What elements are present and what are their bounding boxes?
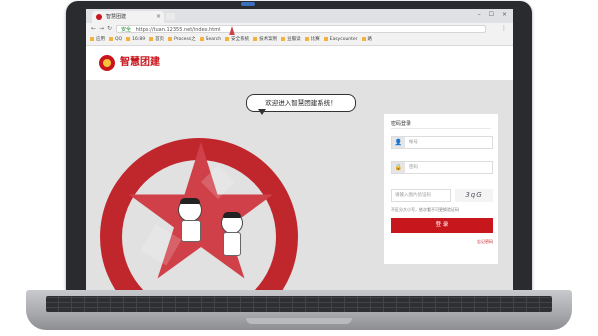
bookmark-label: QQ (115, 37, 123, 42)
captcha-input[interactable]: 请输入图片验证码 (391, 189, 451, 202)
back-arrow-icon[interactable]: ← (91, 25, 96, 33)
bookmark-item[interactable]: 安全系统 (225, 35, 249, 45)
forgot-password-link[interactable]: 忘记密码 (477, 239, 493, 245)
page-body: 欢迎进入智慧团建系统！ 密码登录 👤 帐号 🔒 密码 请输入图片验证码 3qG 不区… (86, 80, 513, 290)
username-placeholder: 帐号 (409, 140, 418, 145)
site-header: 智慧团建 (86, 46, 513, 80)
bookmark-folder-icon (253, 36, 258, 41)
site-name: 智慧团建 (120, 57, 160, 68)
bookmark-label: 安全系统 (231, 37, 250, 42)
bookmarks-bar: 应用 QQ 16:89 首页 Process之 Search 安全系统 技术案例 豆瓣读 比赛 Ea… (86, 35, 513, 46)
cartoon-boy-body (181, 220, 201, 242)
bookmark-folder-icon (304, 36, 309, 41)
password-field[interactable]: 🔒 密码 (391, 161, 493, 174)
reload-icon[interactable]: ↻ (107, 25, 112, 33)
bookmark-item[interactable]: QQ (109, 35, 122, 45)
browser-toolbar: ← → ↻ 安全 https://tuan.12355.net/index.ht… (86, 23, 513, 163)
bookmark-folder-icon (149, 36, 154, 41)
url-text: https://tuan.12355.net/index.html (135, 27, 221, 33)
bookmark-folder-icon (199, 36, 204, 41)
tab-title: 智慧团建 (106, 14, 127, 20)
user-icon: 👤 (392, 137, 405, 148)
login-title: 密码登录 (391, 121, 412, 127)
site-favicon-icon (96, 14, 102, 20)
bookmark-label: 16:89 (132, 37, 146, 42)
bookmark-folder-icon (90, 36, 94, 41)
bookmark-label: 比赛 (310, 37, 320, 42)
bookmark-item[interactable]: 路 (361, 35, 373, 45)
new-tab-button[interactable] (166, 13, 175, 20)
bookmark-label: Search (205, 37, 222, 42)
address-bar[interactable]: 安全 https://tuan.12355.net/index.html ☆ (116, 25, 486, 163)
bookmark-label: 豆瓣读 (287, 37, 301, 42)
bookmark-label: 路 (367, 37, 373, 42)
bookmark-item[interactable]: Search (199, 35, 222, 45)
lock-icon: 🔒 (392, 162, 405, 173)
bookmark-folder-icon (281, 36, 286, 41)
bookmark-folder-icon (225, 36, 230, 41)
bookmark-item[interactable]: 比赛 (304, 35, 320, 45)
bookmark-label: 首页 (155, 37, 165, 42)
window-controls[interactable]: – ☐ × (478, 11, 510, 18)
bookmark-folder-icon (168, 36, 173, 41)
league-emblem-icon (99, 55, 115, 71)
bookmark-item[interactable]: Process之 (168, 35, 196, 45)
bookmark-item[interactable]: 豆瓣读 (281, 35, 301, 45)
bookmark-folder-icon (361, 36, 366, 41)
bookmark-folder-icon (126, 36, 131, 41)
forward-arrow-icon[interactable]: → (99, 25, 104, 33)
username-field[interactable]: 👤 帐号 (391, 136, 493, 149)
bookmark-label: Process之 (174, 37, 196, 42)
cartoon-boy-head (178, 198, 202, 222)
cartoon-girl-body (223, 232, 241, 256)
bookmark-label: Easycounter (329, 37, 358, 42)
bookmark-item[interactable]: 应用 (90, 35, 105, 45)
login-panel: 密码登录 👤 帐号 🔒 密码 请输入图片验证码 3qG 不区分大小写，依次看不可更换… (384, 114, 498, 264)
laptop-screen: 智慧团建 × – ☐ × ← → ↻ 安全 https://tuan.12355… (86, 9, 513, 290)
browser-tab[interactable]: 智慧团建 × (92, 11, 164, 23)
bookmark-item[interactable]: 首页 (149, 35, 164, 45)
laptop-keyboard (46, 296, 552, 312)
secure-label: 安全 (121, 27, 132, 33)
bookmark-label: 应用 (96, 37, 105, 42)
bookmark-item[interactable]: 技术案例 (253, 35, 277, 45)
browser-menu-icon[interactable]: ⋮ (501, 25, 507, 32)
bookmark-folder-icon (109, 36, 113, 41)
captcha-image[interactable]: 3qG (455, 189, 493, 202)
bookmark-item[interactable]: 16:89 (126, 35, 145, 45)
login-button[interactable]: 登 录 (391, 218, 493, 233)
laptop-trackpad-notch (246, 318, 352, 324)
bookmark-item[interactable]: Easycounter (323, 35, 358, 45)
speech-bubble-tail (258, 109, 266, 115)
bookmark-label: 技术案例 (259, 37, 278, 42)
password-placeholder: 密码 (409, 165, 418, 170)
login-divider (391, 128, 491, 129)
bookmark-folder-icon (323, 36, 328, 41)
browser-tab-bar: 智慧团建 × – ☐ × (86, 9, 513, 23)
tab-close-icon[interactable]: × (156, 11, 161, 23)
webcam-icon (241, 2, 255, 6)
captcha-hint: 不区分大小写，依次看不可更换验证码 (391, 207, 459, 212)
cartoon-girl-head (221, 212, 243, 234)
